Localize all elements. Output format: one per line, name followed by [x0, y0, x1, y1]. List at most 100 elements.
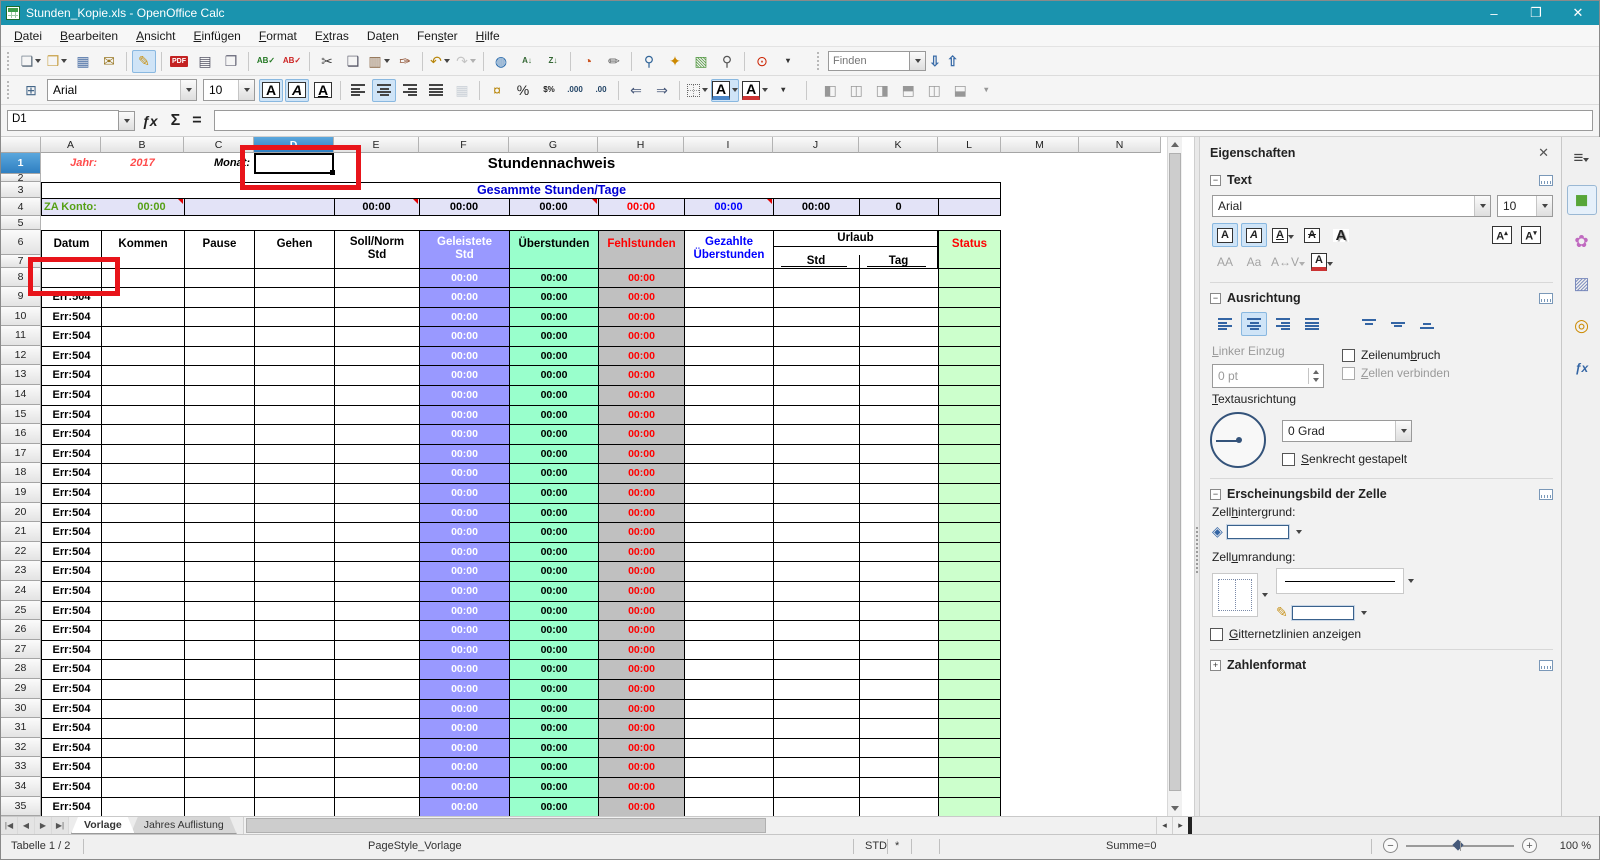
left-indent-stepper[interactable]: 0 pt	[1212, 364, 1324, 388]
page-preview-button[interactable]: ❐	[219, 50, 243, 73]
cell-A29[interactable]: Err:504	[41, 679, 101, 699]
cell-G25[interactable]: 00:00	[509, 601, 598, 621]
cell-H27[interactable]: 00:00	[598, 640, 684, 660]
cell-K30[interactable]	[859, 699, 938, 719]
sidebar-align-justify-button[interactable]	[1299, 312, 1325, 336]
sidebar-font-size-combo[interactable]: 10	[1497, 195, 1553, 217]
cell-B16[interactable]	[101, 424, 184, 444]
header-urlaub[interactable]: Urlaub	[773, 230, 938, 247]
cell-K35[interactable]	[859, 797, 938, 816]
cell-I18[interactable]	[684, 463, 773, 483]
menu-format[interactable]: Format	[250, 25, 306, 46]
cell-L9[interactable]	[938, 287, 1001, 307]
collapse-text-section[interactable]	[1210, 175, 1221, 186]
cell-A27[interactable]: Err:504	[41, 640, 101, 660]
menu-hilfe[interactable]: Hilfe	[467, 25, 509, 46]
tab-functions[interactable]: ƒx	[1567, 353, 1597, 383]
close-button[interactable]: ✕	[1557, 1, 1599, 25]
cell-J31[interactable]	[773, 718, 859, 738]
cell-B19[interactable]	[101, 483, 184, 503]
cell-F12[interactable]: 00:00	[419, 346, 509, 366]
cell-L35[interactable]	[938, 797, 1001, 816]
cell-J20[interactable]	[773, 503, 859, 523]
sheet-tab-jahres-auflistung[interactable]: Jahres Auflistung	[131, 817, 237, 834]
decrease-font-size-button[interactable]: A	[1518, 223, 1544, 247]
cell-D27[interactable]	[254, 640, 334, 660]
background-color-button[interactable]: A	[711, 79, 739, 102]
table-header-gezahlte-überstunden[interactable]: GezahlteÜberstunden	[684, 230, 773, 268]
cell-I21[interactable]	[684, 522, 773, 542]
cell-D18[interactable]	[254, 463, 334, 483]
cell-F30[interactable]: 00:00	[419, 699, 509, 719]
column-header-G[interactable]: G	[509, 137, 598, 153]
cell-I8[interactable]	[684, 268, 773, 287]
font-name-dropdown[interactable]	[180, 80, 196, 100]
font-size-dropdown[interactable]	[1536, 196, 1552, 216]
cell-A1-jahr-label[interactable]: Jahr:	[41, 153, 101, 174]
cell-L15[interactable]	[938, 405, 1001, 425]
cell-F16[interactable]: 00:00	[419, 424, 509, 444]
cell-K14[interactable]	[859, 385, 938, 405]
cell-C14[interactable]	[184, 385, 254, 405]
cell-A18[interactable]: Err:504	[41, 463, 101, 483]
cell-A21[interactable]: Err:504	[41, 522, 101, 542]
menu-fenster[interactable]: Fenster	[408, 25, 467, 46]
column-header-F[interactable]: F	[419, 137, 509, 153]
cell-E11[interactable]	[334, 326, 419, 346]
table-header-gehen[interactable]: Gehen	[254, 230, 334, 268]
cell-A30[interactable]: Err:504	[41, 699, 101, 719]
cell-B27[interactable]	[101, 640, 184, 660]
name-box[interactable]: D1	[7, 110, 119, 131]
cell-L24[interactable]	[938, 581, 1001, 601]
cell-B32[interactable]	[101, 738, 184, 758]
function-button[interactable]: =	[192, 112, 201, 130]
sheet-nav-prev[interactable]: ◀	[18, 817, 35, 834]
cell-J11[interactable]	[773, 326, 859, 346]
cell-A26[interactable]: Err:504	[41, 620, 101, 640]
cell-K11[interactable]	[859, 326, 938, 346]
show-gridlines-checkbox[interactable]: Gitternetzlinien anzeigen	[1210, 627, 1553, 641]
cell-D17[interactable]	[254, 444, 334, 464]
name-box-dropdown[interactable]	[119, 111, 135, 131]
selection-mode-status[interactable]: STD	[865, 840, 887, 852]
cell-F17[interactable]: 00:00	[419, 444, 509, 464]
cell-H28[interactable]: 00:00	[598, 659, 684, 679]
gallery-button[interactable]: ▧	[689, 50, 713, 73]
cell-E22[interactable]	[334, 542, 419, 562]
cell-C32[interactable]	[184, 738, 254, 758]
row-header-32[interactable]: 32	[1, 738, 41, 758]
cell-I27[interactable]	[684, 640, 773, 660]
cell-G14[interactable]: 00:00	[509, 385, 598, 405]
cell-J29[interactable]	[773, 679, 859, 699]
insert-chart-button[interactable]: ◔	[576, 50, 600, 73]
align-middle-button[interactable]	[1385, 312, 1411, 336]
cell-A11[interactable]: Err:504	[41, 326, 101, 346]
cell-F8[interactable]: 00:00	[419, 268, 509, 287]
cell-F20[interactable]: 00:00	[419, 503, 509, 523]
scroll-left-button[interactable]: ◂	[1156, 817, 1172, 834]
cell-L14[interactable]	[938, 385, 1001, 405]
cell-E34[interactable]	[334, 777, 419, 797]
cell-F21[interactable]: 00:00	[419, 522, 509, 542]
cell-L11[interactable]	[938, 326, 1001, 346]
cell-F25[interactable]: 00:00	[419, 601, 509, 621]
new-document-button[interactable]: ❏	[19, 50, 43, 73]
cell-A31[interactable]: Err:504	[41, 718, 101, 738]
cell-H30[interactable]: 00:00	[598, 699, 684, 719]
cell-F13[interactable]: 00:00	[419, 365, 509, 385]
cell-E16[interactable]	[334, 424, 419, 444]
zoom-in-button[interactable]: +	[1522, 838, 1537, 853]
cell-A15[interactable]: Err:504	[41, 405, 101, 425]
cell-F24[interactable]: 00:00	[419, 581, 509, 601]
cell-F33[interactable]: 00:00	[419, 757, 509, 777]
rotation-dial[interactable]	[1210, 412, 1266, 468]
cell-I13[interactable]	[684, 365, 773, 385]
cell-J27[interactable]	[773, 640, 859, 660]
column-header-B[interactable]: B	[101, 137, 184, 153]
cell-K23[interactable]	[859, 561, 938, 581]
line-color-swatch[interactable]	[1292, 606, 1354, 620]
toolbar-drag-handle[interactable]	[7, 81, 14, 99]
sort-ascending-button[interactable]: A↓	[515, 50, 539, 73]
tab-navigator[interactable]: ◎	[1567, 311, 1597, 341]
cell-K13[interactable]	[859, 365, 938, 385]
